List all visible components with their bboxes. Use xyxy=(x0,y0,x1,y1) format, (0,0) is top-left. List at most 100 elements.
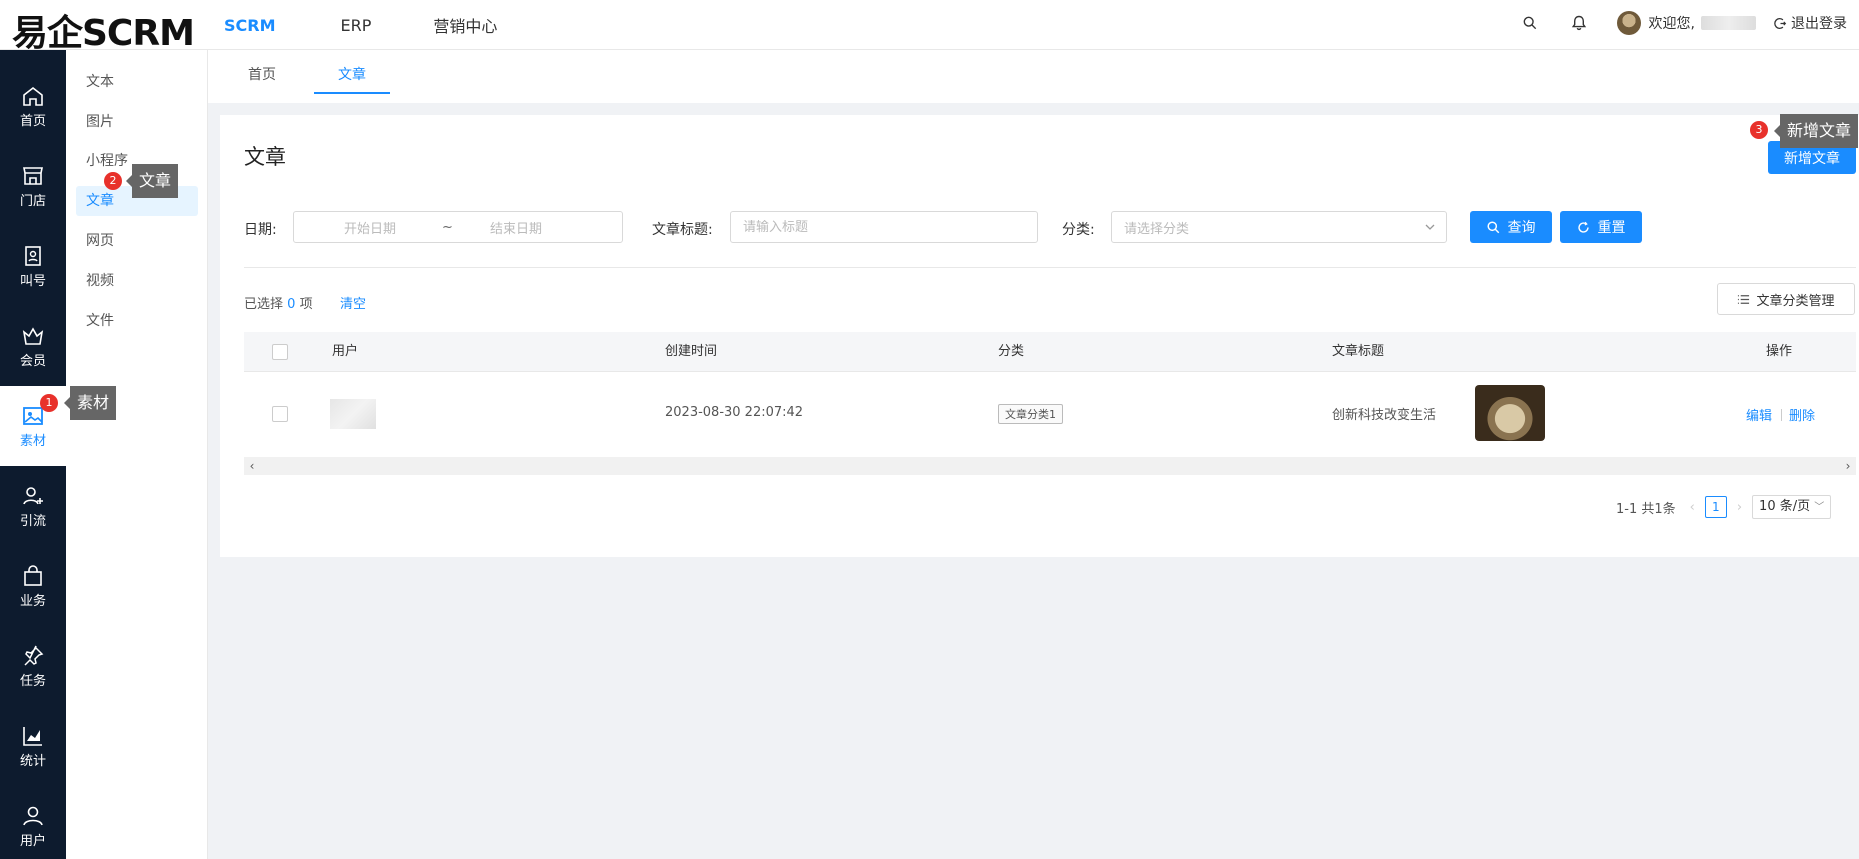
table-row: 2023-08-30 22:07:42 文章分类1 创新科技改变生活 编辑 删除 xyxy=(244,373,1856,455)
article-thumbnail[interactable] xyxy=(1475,385,1545,441)
sidebar-item-user[interactable]: 用户 xyxy=(0,786,66,859)
pin-icon xyxy=(24,645,44,666)
next-page-icon[interactable]: › xyxy=(1737,500,1742,515)
sidebar-item-business[interactable]: 业务 xyxy=(0,546,66,626)
pagination-summary: 1-1 共1条 xyxy=(1616,501,1676,517)
nav-scrm[interactable]: SCRM xyxy=(224,16,276,35)
sidebar-item-label: 会员 xyxy=(19,353,46,369)
username-redacted xyxy=(1701,16,1756,30)
title-input-wrapper xyxy=(730,211,1038,243)
nav-marketing-center[interactable]: 营销中心 xyxy=(433,13,497,37)
search-button[interactable]: 查询 xyxy=(1470,211,1552,243)
selected-suffix: 项 xyxy=(299,297,313,312)
submenu-item-video[interactable]: 视频 xyxy=(76,266,198,296)
bell-icon[interactable] xyxy=(1571,15,1587,31)
reset-button[interactable]: 重置 xyxy=(1560,211,1642,243)
submenu-item-webpage[interactable]: 网页 xyxy=(76,226,198,256)
header-actions: 欢迎您, 退出登录 xyxy=(1523,0,1847,46)
user-plus-icon xyxy=(23,486,43,504)
sidebar-item-label: 业务 xyxy=(19,593,46,609)
search-icon xyxy=(1486,220,1499,233)
select-all-checkbox[interactable] xyxy=(272,344,288,360)
sidebar-item-store[interactable]: 门店 xyxy=(0,146,66,226)
submenu-item-image[interactable]: 图片 xyxy=(76,107,198,137)
prev-page-icon[interactable]: ‹ xyxy=(1690,500,1695,515)
home-icon xyxy=(23,86,43,106)
page-title: 文章 xyxy=(244,145,286,169)
sidebar-item-task[interactable]: 任务 xyxy=(0,626,66,706)
step-badge-2: 2 xyxy=(104,172,122,190)
filter-divider xyxy=(244,267,1856,268)
date-range-picker[interactable]: 开始日期 ~ 结束日期 xyxy=(293,211,623,243)
page-tabs: 首页 文章 xyxy=(208,50,1859,103)
top-nav: SCRM ERP 营销中心 xyxy=(224,0,497,50)
col-user: 用户 xyxy=(332,344,359,359)
user-avatar-redacted xyxy=(330,399,376,429)
row-checkbox[interactable] xyxy=(272,406,288,422)
crown-icon xyxy=(22,326,44,345)
category-manage-label: 文章分类管理 xyxy=(1756,293,1835,309)
article-panel: 文章 新增文章 日期: 开始日期 ~ 结束日期 文章标题: 分类: 请选择分类 … xyxy=(220,115,1859,557)
sidebar-item-member[interactable]: 会员 xyxy=(0,306,66,386)
sidebar-item-stats[interactable]: 统计 xyxy=(0,706,66,786)
chevron-down-icon xyxy=(1425,224,1435,230)
sidebar-item-label: 门店 xyxy=(19,193,46,209)
date-separator: ~ xyxy=(442,219,453,235)
sidebar-item-label: 首页 xyxy=(19,113,46,129)
col-created: 创建时间 xyxy=(665,344,718,359)
nav-erp[interactable]: ERP xyxy=(341,16,372,35)
page-number[interactable]: 1 xyxy=(1704,496,1727,518)
user-icon xyxy=(23,806,43,825)
selected-count-value: 0 xyxy=(287,297,296,312)
scroll-left-icon[interactable]: ‹ xyxy=(244,457,260,475)
col-actions: 操作 xyxy=(1766,344,1793,359)
table-scrollbar[interactable]: ‹ › xyxy=(244,457,1856,475)
sidebar-item-label: 用户 xyxy=(19,833,46,849)
edit-link[interactable]: 编辑 xyxy=(1746,405,1772,424)
pagination: 1-1 共1条 ‹ 1 › 10 条/页 ﹀ xyxy=(1616,495,1832,519)
category-select[interactable]: 请选择分类 xyxy=(1111,211,1447,243)
step-badge-1: 1 xyxy=(40,394,58,412)
step-tooltip-1: 素材 xyxy=(63,386,117,420)
chart-icon xyxy=(23,726,42,746)
table-header: 用户 创建时间 分类 文章标题 操作 xyxy=(244,332,1856,372)
reset-button-label: 重置 xyxy=(1597,220,1626,236)
submenu-item-file[interactable]: 文件 xyxy=(76,306,198,336)
selected-prefix: 已选择 xyxy=(244,297,284,312)
step-tooltip-3: 新增文章 xyxy=(1773,114,1859,148)
end-date-placeholder[interactable]: 结束日期 xyxy=(490,218,542,237)
search-icon[interactable] xyxy=(1523,16,1537,30)
app-logo[interactable]: 易企SCRM xyxy=(12,4,195,56)
queue-icon xyxy=(25,245,41,266)
logout-button[interactable]: 退出登录 xyxy=(1774,13,1847,33)
sidebar-item-label: 素材 xyxy=(19,433,46,449)
page-size-label: 10 条/页 xyxy=(1759,499,1811,514)
sidebar-item-label: 引流 xyxy=(19,513,46,529)
start-date-placeholder[interactable]: 开始日期 xyxy=(344,218,396,237)
step-badge-3: 3 xyxy=(1750,121,1768,139)
row-title[interactable]: 创新科技改变生活 xyxy=(1332,404,1436,423)
sidebar-item-home[interactable]: 首页 xyxy=(0,66,66,146)
col-category: 分类 xyxy=(998,344,1025,359)
store-icon xyxy=(23,166,43,185)
title-input[interactable] xyxy=(731,219,1037,235)
scroll-right-icon[interactable]: › xyxy=(1840,457,1856,475)
row-created-time: 2023-08-30 22:07:42 xyxy=(665,405,804,420)
sidebar-item-traffic[interactable]: 引流 xyxy=(0,466,66,546)
clear-selection-link[interactable]: 清空 xyxy=(340,293,366,312)
delete-link[interactable]: 删除 xyxy=(1789,405,1815,424)
page-size-select[interactable]: 10 条/页 ﹀ xyxy=(1752,495,1832,519)
welcome-text: 欢迎您, xyxy=(1648,16,1695,32)
list-icon xyxy=(1738,294,1750,304)
avatar[interactable] xyxy=(1616,11,1641,35)
title-label: 文章标题: xyxy=(652,222,713,238)
action-separator xyxy=(1781,409,1782,421)
submenu-item-text[interactable]: 文本 xyxy=(76,67,198,97)
tab-home[interactable]: 首页 xyxy=(238,50,286,94)
refresh-icon xyxy=(1577,221,1589,233)
sidebar-item-queue[interactable]: 叫号 xyxy=(0,226,66,306)
selected-count: 已选择 0 项 xyxy=(244,293,313,312)
step-tooltip-2: 文章 xyxy=(125,164,179,198)
category-manage-button[interactable]: 文章分类管理 xyxy=(1717,283,1855,315)
tab-article[interactable]: 文章 xyxy=(314,50,390,94)
